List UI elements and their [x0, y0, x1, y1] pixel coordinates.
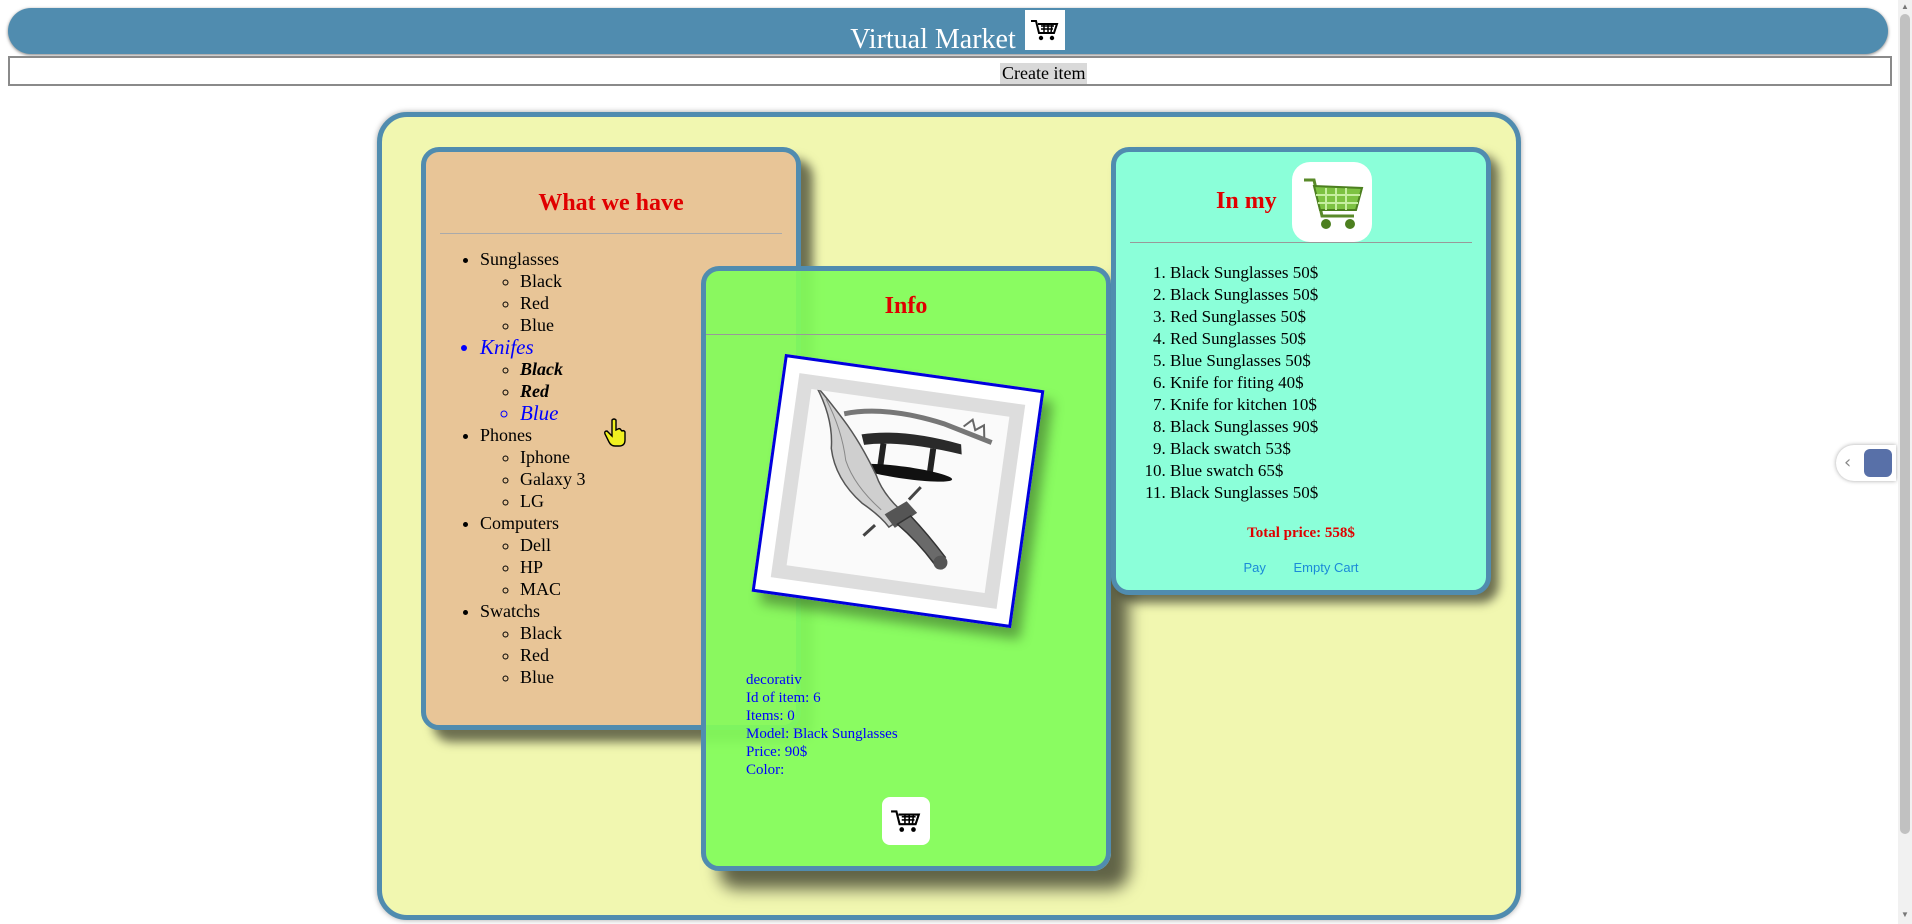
cart-item: Black Sunglasses 50$	[1170, 284, 1318, 306]
item-price: Price: 90$	[746, 744, 808, 760]
item-id: Id of item: 6	[746, 690, 821, 706]
catalog-title: What we have	[538, 190, 684, 216]
cart-panel: In my Black Sunglasses 50$ Black Sunglas…	[1111, 147, 1491, 595]
hand-cursor-icon	[604, 418, 628, 453]
chevron-left-icon[interactable]: ‹	[1844, 452, 1851, 473]
total-price: Total price: 558$	[1247, 525, 1355, 541]
cart-item: Knife for kitchen 10$	[1170, 394, 1318, 416]
cart-items-list: Black Sunglasses 50$ Black Sunglasses 50…	[1130, 262, 1318, 504]
cart-item: Red Sunglasses 50$	[1170, 328, 1318, 350]
info-title: Info	[884, 293, 928, 319]
cart-item: Blue swatch 65$	[1170, 460, 1318, 482]
cart-item: Knife for fiting 40$	[1170, 372, 1318, 394]
shopping-cart-icon	[1292, 162, 1372, 242]
cart-item: Black Sunglasses 50$	[1170, 482, 1318, 504]
divider	[706, 334, 1106, 335]
category-label[interactable]: Knifes	[480, 335, 534, 359]
product-image	[770, 373, 1026, 609]
add-to-cart-icon[interactable]	[882, 797, 930, 845]
item-color: Color:	[746, 762, 785, 778]
cart-item: Red Sunglasses 50$	[1170, 306, 1318, 328]
item-count: Items: 0	[746, 708, 795, 724]
item-description: decorativ	[746, 672, 802, 688]
app-title: Virtual Market	[850, 24, 1016, 55]
scroll-down-icon[interactable]: ▼	[1901, 910, 1909, 919]
create-item-button[interactable]: Create item	[1000, 63, 1088, 84]
empty-cart-button[interactable]: Empty Cart	[1294, 560, 1359, 575]
product-photo-frame	[751, 353, 1045, 629]
assistant-avatar-icon[interactable]	[1864, 449, 1892, 477]
cart-item: Blue Sunglasses 50$	[1170, 350, 1318, 372]
scroll-thumb[interactable]	[1900, 14, 1910, 834]
item-details: decorativ Id of item: 6 Items: 0 Model: …	[746, 671, 898, 779]
category-label[interactable]: Phones	[480, 425, 532, 445]
category-label[interactable]: Computers	[480, 513, 559, 533]
item-model: Model: Black Sunglasses	[746, 726, 898, 742]
app-header: Virtual Market	[8, 8, 1888, 55]
divider	[1130, 242, 1472, 243]
cart-icon[interactable]	[1025, 10, 1065, 50]
cart-item: Black Sunglasses 50$	[1170, 262, 1318, 284]
cart-header: In my	[1116, 158, 1486, 242]
divider	[440, 233, 782, 234]
cart-title: In my	[1216, 188, 1277, 214]
info-panel: Info decorativ Id of item: 6 Items: 0 Mo…	[701, 266, 1111, 871]
side-assistant-widget[interactable]: ‹	[1836, 445, 1896, 481]
scroll-up-icon[interactable]: ▲	[1901, 2, 1909, 11]
pay-button[interactable]: Pay	[1243, 560, 1265, 575]
vertical-scrollbar[interactable]: ▲ ▼	[1898, 0, 1912, 924]
cart-item: Black swatch 53$	[1170, 438, 1318, 460]
create-bar: Create item	[8, 56, 1892, 86]
cart-item: Black Sunglasses 90$	[1170, 416, 1318, 438]
category-label[interactable]: Swatchs	[480, 601, 540, 621]
cart-actions: Pay Empty Cart	[1116, 560, 1486, 575]
category-label[interactable]: Sunglasses	[480, 249, 559, 269]
